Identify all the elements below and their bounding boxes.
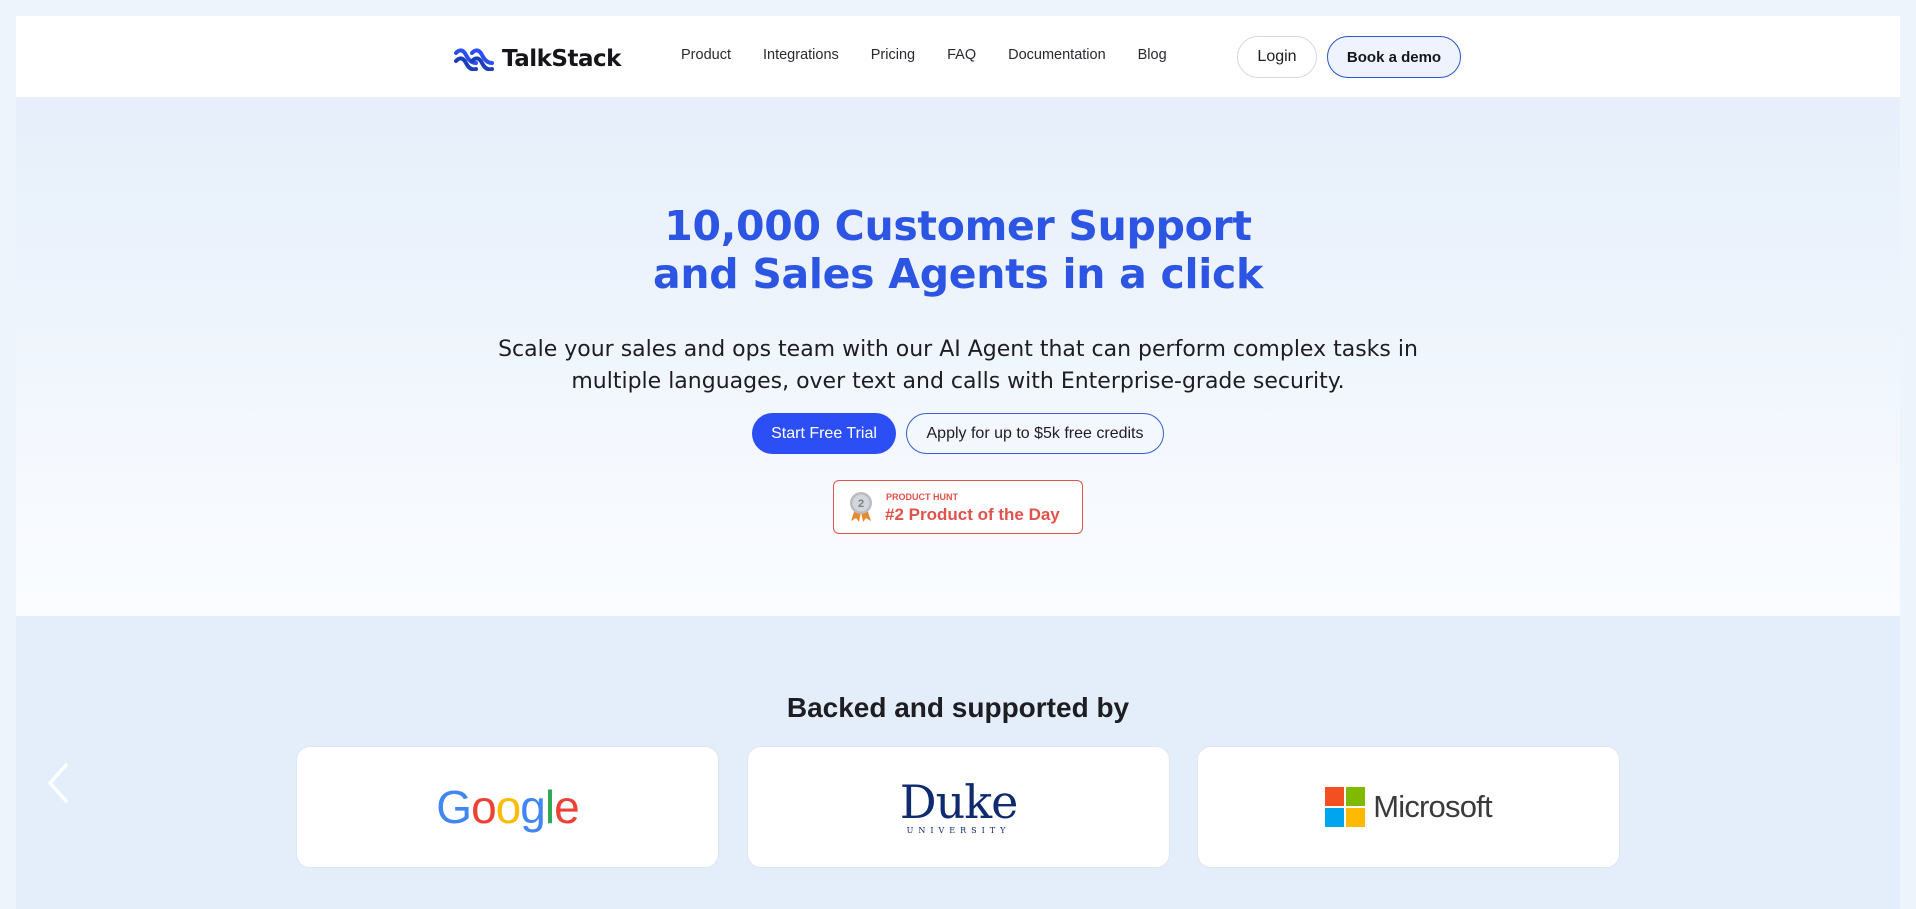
duke-logo: Duke UNIVERSITY (899, 774, 1019, 835)
nav-link-blog[interactable]: Blog (1138, 47, 1167, 63)
brand-name: TalkStack (502, 46, 621, 72)
product-hunt-eyebrow: PRODUCT HUNT (886, 492, 958, 502)
duke-wordmark: Duke (899, 774, 1019, 829)
brand-logo[interactable]: TalkStack (454, 44, 621, 74)
backers-title: Backed and supported by (786, 692, 1130, 723)
hero-subtitle: Scale your sales and ops team with our A… (16, 334, 1900, 398)
google-letter: G (436, 781, 472, 833)
nav-link-faq[interactable]: FAQ (947, 47, 976, 63)
apply-credits-button[interactable]: Apply for up to $5k free credits (906, 413, 1164, 454)
duke-subtitle: UNIVERSITY (906, 825, 1011, 835)
google-logo: Google (436, 780, 580, 834)
google-letter: o (471, 781, 497, 833)
backer-card-microsoft: Microsoft (1197, 746, 1620, 868)
hero-subtitle-line-1: Scale your sales and ops team with our A… (498, 337, 1418, 362)
product-hunt-badge[interactable]: 2 PRODUCT HUNT #2 Product of the Day (833, 480, 1083, 534)
medal-icon: 2 (850, 492, 872, 522)
chevron-left-icon[interactable] (44, 761, 70, 805)
google-letter: g (520, 781, 546, 833)
google-letter: e (554, 781, 580, 833)
page: TalkStack Product Integrations Pricing F… (16, 16, 1900, 909)
nav-links: Product Integrations Pricing FAQ Documen… (681, 47, 1167, 63)
medal-number: 2 (858, 498, 864, 510)
backer-card-google: Google (296, 746, 719, 868)
microsoft-wordmark: Microsoft (1373, 789, 1492, 824)
book-demo-button[interactable]: Book a demo (1327, 36, 1461, 78)
nav-link-documentation[interactable]: Documentation (1008, 47, 1106, 63)
microsoft-logo-icon (1325, 787, 1366, 827)
nav-link-pricing[interactable]: Pricing (871, 47, 915, 63)
start-free-trial-button[interactable]: Start Free Trial (752, 413, 896, 454)
product-hunt-title: #2 Product of the Day (885, 505, 1060, 524)
microsoft-logo: Microsoft (1325, 787, 1493, 827)
nav-link-integrations[interactable]: Integrations (763, 47, 839, 63)
login-button[interactable]: Login (1237, 36, 1317, 78)
hero-title-line-2: and Sales Agents in a click (653, 250, 1263, 298)
top-nav: TalkStack Product Integrations Pricing F… (16, 16, 1900, 98)
google-letter: o (495, 781, 522, 833)
hero-title: 10,000 Customer Support and Sales Agents… (16, 202, 1900, 298)
talkstack-logo-icon (454, 48, 494, 71)
hero-section: 10,000 Customer Support and Sales Agents… (16, 98, 1900, 616)
backer-card-duke: Duke UNIVERSITY (747, 746, 1170, 868)
nav-link-product[interactable]: Product (681, 47, 731, 63)
hero-title-line-1: 10,000 Customer Support (664, 202, 1252, 250)
google-letter: l (544, 781, 555, 833)
hero-subtitle-line-2: multiple languages, over text and calls … (571, 369, 1345, 394)
backers-section: Backed and supported by Google Duke UNIV… (16, 616, 1900, 909)
